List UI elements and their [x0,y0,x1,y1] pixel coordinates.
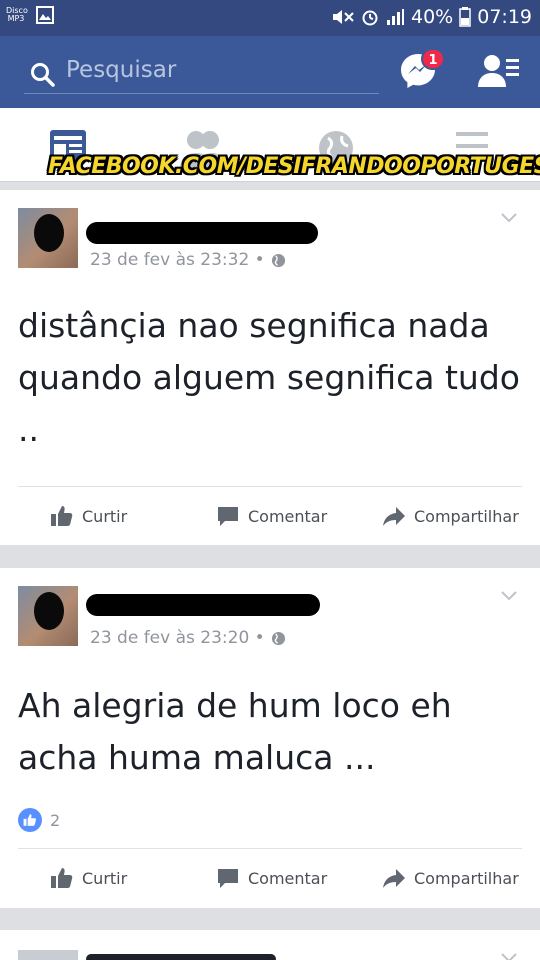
top-bar: Pesquisar 1 [0,36,540,108]
watermark-banner: FACEBOOK.COM/DESIFRANDOOPORTUGES [48,154,540,179]
divider [18,848,522,849]
share-icon [383,869,405,888]
status-right: 40% 07:19 [331,6,532,28]
mp3-indicator: Disco MP3 [6,6,28,23]
action-bar: Curtir Comentar Compartilhar [0,850,540,906]
reaction-count: 2 [50,810,61,830]
avatar[interactable] [18,950,78,960]
search-icon [31,63,55,87]
battery-icon [459,7,471,27]
image-icon [36,6,54,24]
clock: 07:19 [477,6,532,28]
like-label: Curtir [82,506,128,526]
comment-label: Comentar [248,868,328,888]
public-globe-icon [271,631,285,645]
chevron-down-icon[interactable] [500,590,518,602]
search-input[interactable]: Pesquisar [66,57,176,83]
face-redaction [34,592,64,630]
messenger-badge: 1 [421,48,445,70]
comment-icon [218,869,238,888]
alarm-icon [362,10,378,26]
reaction-summary[interactable]: 2 [18,808,60,832]
comment-icon [218,507,238,526]
like-label: Curtir [82,868,128,888]
post-card: 23 de fev às 23:20 • Ah alegria de hum l… [0,568,540,908]
status-bar: Disco MP3 40% 07:19 [0,0,540,36]
divider [18,486,522,487]
author-name-redacted[interactable] [86,954,276,960]
mute-icon [333,10,354,24]
avatar[interactable] [18,208,78,268]
share-label: Compartilhar [414,868,519,888]
thumbs-up-icon [51,868,73,888]
public-globe-icon [271,253,285,267]
avatar[interactable] [18,586,78,646]
share-button[interactable]: Compartilhar [382,850,519,906]
author-name-redacted[interactable] [86,594,320,616]
post-text: distânçia nao segnifica nada quando algu… [18,306,520,449]
post-meta: 23 de fev às 23:20 • [90,628,286,648]
share-button[interactable]: Compartilhar [382,488,519,544]
post-card: 23 de fev às 23:32 • distânçia nao segni… [0,190,540,545]
action-bar: Curtir Comentar Compartilhar [0,488,540,544]
post-timestamp[interactable]: 23 de fev às 23:32 • [90,250,265,270]
share-icon [383,507,405,526]
post-text: Ah alegria de hum loco eh acha huma malu… [18,686,452,777]
signal-icon [387,9,404,25]
like-button[interactable]: Curtir [50,488,127,544]
thumbs-up-icon [51,506,73,526]
post-timestamp[interactable]: 23 de fev às 23:20 • [90,628,265,648]
post-meta: 23 de fev às 23:32 • [90,250,286,270]
comment-button[interactable]: Comentar [216,488,327,544]
like-button[interactable]: Curtir [50,850,127,906]
comment-button[interactable]: Comentar [216,850,327,906]
battery-percent: 40% [411,6,454,28]
friend-requests-icon[interactable] [478,53,520,89]
like-reaction-icon [18,808,42,832]
post-card [0,930,540,960]
face-redaction [34,214,64,252]
status-left: Disco MP3 [6,6,54,24]
chevron-down-icon[interactable] [500,952,518,960]
share-label: Compartilhar [414,506,519,526]
author-name-redacted[interactable] [86,222,318,244]
search-box[interactable]: Pesquisar [24,54,379,94]
comment-label: Comentar [248,506,328,526]
chevron-down-icon[interactable] [500,212,518,224]
